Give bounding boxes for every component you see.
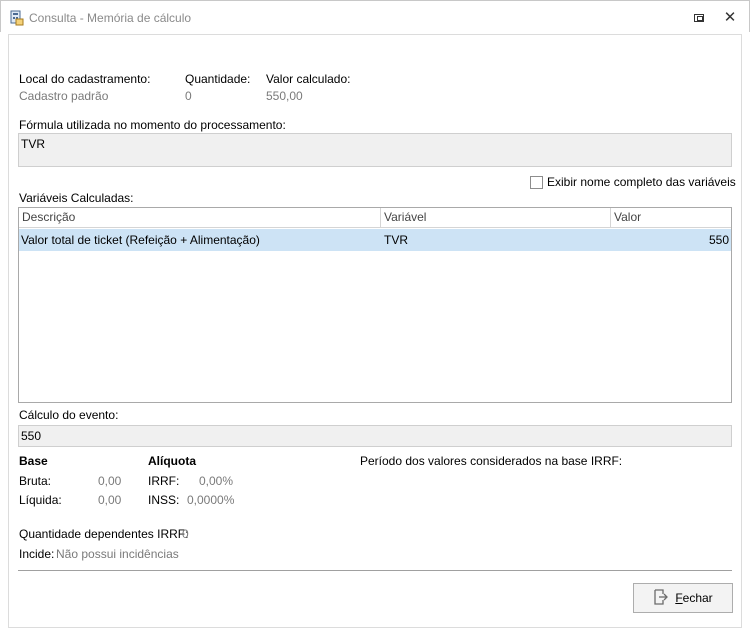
column-header-variavel[interactable]: Variável — [381, 208, 611, 228]
cell-valor: 550 — [708, 233, 729, 247]
liquida-value: 0,00 — [98, 493, 122, 507]
quantidade-label: Quantidade: — [185, 72, 251, 86]
restore-icon — [694, 14, 704, 22]
window-title: Consulta - Memória de cálculo — [29, 11, 192, 25]
valor-calculado-value: 550,00 — [266, 89, 303, 103]
cell-variavel: TVR — [384, 233, 408, 247]
bruta-label: Bruta: — [19, 474, 52, 488]
restore-button[interactable] — [689, 9, 709, 27]
show-full-names-option[interactable]: Exibir nome completo das variáveis — [530, 175, 736, 189]
footer-divider — [18, 570, 732, 571]
app-icon — [9, 10, 25, 26]
dependentes-value: 0 — [182, 527, 189, 541]
local-label: Local do cadastramento: — [19, 72, 151, 86]
quantidade-value: 0 — [185, 89, 192, 103]
inss-value: 0,0000% — [187, 493, 235, 507]
exit-door-icon — [653, 588, 669, 608]
formula-label: Fórmula utilizada no momento do processa… — [19, 118, 286, 132]
fechar-label: Fechar — [675, 591, 713, 605]
variaveis-table[interactable]: Descrição Variável Valor Valor total de … — [18, 207, 732, 403]
calculo-label: Cálculo do evento: — [19, 408, 119, 422]
calculo-field[interactable]: 550 — [18, 425, 732, 447]
periodo-label: Período dos valores considerados na base… — [360, 454, 623, 468]
formula-field[interactable]: TVR — [18, 133, 732, 167]
column-header-descricao[interactable]: Descrição — [19, 208, 381, 228]
table-row[interactable]: Valor total de ticket (Refeição + Alimen… — [19, 229, 731, 251]
dialog-body: Local do cadastramento: Cadastro padrão … — [8, 34, 742, 628]
base-title: Base — [19, 454, 48, 468]
calculo-value: 550 — [21, 429, 42, 443]
bruta-value: 0,00 — [98, 474, 122, 488]
inss-label: INSS: — [148, 493, 180, 507]
dependentes-label: Quantidade dependentes IRRF: — [19, 527, 189, 541]
irrf-label: IRRF: — [148, 474, 180, 488]
cell-descricao: Valor total de ticket (Refeição + Alimen… — [21, 233, 260, 247]
incide-value: Não possui incidências — [56, 547, 179, 561]
column-header-valor[interactable]: Valor — [611, 208, 731, 228]
table-header: Descrição Variável Valor — [19, 208, 731, 228]
liquida-label: Líquida: — [19, 493, 62, 507]
valor-calculado-label: Valor calculado: — [266, 72, 351, 86]
incide-label: Incide: — [19, 547, 55, 561]
window-close-button[interactable]: ✕ — [720, 9, 740, 27]
show-full-names-checkbox[interactable] — [530, 175, 543, 189]
formula-value: TVR — [21, 137, 45, 151]
variaveis-label: Variáveis Calculadas: — [19, 191, 134, 205]
show-full-names-label: Exibir nome completo das variáveis — [547, 175, 736, 189]
irrf-value: 0,00% — [199, 474, 234, 488]
local-value: Cadastro padrão — [19, 89, 109, 103]
title-bar: Consulta - Memória de cálculo ✕ — [0, 0, 750, 32]
fechar-button[interactable]: Fechar — [633, 583, 733, 613]
aliquota-title: Alíquota — [148, 454, 196, 468]
